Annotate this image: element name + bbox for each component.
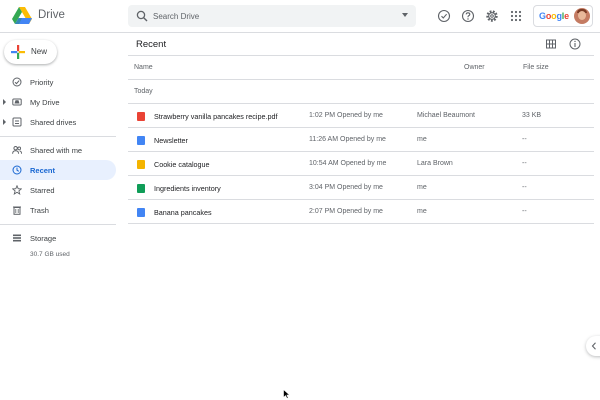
info-icon[interactable]	[569, 38, 581, 50]
column-header-name[interactable]: Name	[134, 64, 153, 71]
expand-caret-icon[interactable]	[3, 99, 6, 105]
avatar[interactable]	[574, 8, 590, 24]
sidebar-item-priority[interactable]: Priority	[0, 72, 116, 92]
star-icon	[12, 185, 22, 195]
column-header-divider	[128, 79, 594, 80]
page-title: Recent	[136, 39, 167, 50]
shared-drives-icon	[12, 117, 22, 127]
sidebar-item-shared-drives[interactable]: Shared drives	[0, 112, 116, 132]
trash-icon	[13, 206, 21, 215]
help-icon[interactable]	[461, 9, 475, 23]
grid-view-icon[interactable]	[545, 38, 557, 50]
storage-icon	[13, 234, 21, 242]
table-row[interactable]: Newsletter 11:26 AM Opened by me me --	[128, 128, 594, 152]
drive-logo-icon[interactable]	[12, 7, 32, 25]
file-owner: me	[417, 136, 427, 143]
table-row[interactable]: Banana pancakes 2:07 PM Opened by me me …	[128, 200, 594, 224]
plus-icon	[11, 45, 25, 59]
file-name: Banana pancakes	[154, 208, 212, 217]
offline-icon[interactable]	[437, 9, 451, 23]
mouse-cursor-icon	[283, 389, 291, 399]
row-divider	[128, 223, 594, 224]
sidebar-item-my-drive[interactable]: My Drive	[0, 92, 116, 112]
google-wordmark: Google	[539, 11, 569, 21]
sidebar-divider	[0, 224, 116, 225]
table-row[interactable]: Cookie catalogue 10:54 AM Opened by me L…	[128, 152, 594, 176]
storage-used-text: 30.7 GB used	[30, 251, 70, 258]
sidebar-item-label: Shared with me	[30, 146, 83, 155]
search-icon[interactable]	[136, 10, 148, 22]
sidebar-item-label: Priority	[30, 78, 54, 87]
table-row[interactable]: Strawberry vanilla pancakes recipe.pdf 1…	[128, 104, 594, 128]
file-name: Strawberry vanilla pancakes recipe.pdf	[154, 112, 278, 121]
file-name: Ingredients inventory	[154, 184, 221, 193]
search-bar[interactable]	[128, 5, 416, 27]
column-header-owner[interactable]: Owner	[464, 64, 485, 71]
file-last-opened: 1:02 PM Opened by me	[309, 112, 383, 119]
sidebar-item-storage[interactable]: Storage	[0, 228, 116, 248]
sidebar-item-label: Shared drives	[30, 118, 77, 127]
sidebar-item-label: Storage	[30, 234, 57, 243]
table-row[interactable]: Ingredients inventory 3:04 PM Opened by …	[128, 176, 594, 200]
sidebar-divider	[0, 136, 116, 137]
search-options-dropdown-icon[interactable]	[402, 13, 408, 17]
file-size: 33 KB	[522, 112, 542, 119]
settings-icon[interactable]	[485, 9, 499, 23]
new-button-label: New	[31, 47, 48, 56]
file-last-opened: 11:26 AM Opened by me	[309, 136, 386, 143]
side-panel-toggle[interactable]	[586, 336, 600, 356]
app-name[interactable]: Drive	[38, 9, 65, 21]
sidebar-item-label: My Drive	[30, 98, 60, 107]
sidebar-item-trash[interactable]: Trash	[0, 200, 116, 220]
sheets-file-icon	[137, 184, 145, 193]
file-name: Newsletter	[154, 136, 188, 145]
sidebar-item-recent[interactable]: Recent	[0, 160, 116, 180]
docs-file-icon	[137, 208, 145, 217]
top-bar: Drive Google	[0, 0, 600, 33]
file-owner: Lara Brown	[417, 160, 453, 167]
sidebar-item-label: Recent	[30, 166, 56, 175]
slides-file-icon	[137, 160, 145, 169]
shared-with-me-icon	[12, 146, 22, 154]
sidebar-item-shared-with-me[interactable]: Shared with me	[0, 140, 116, 160]
file-owner: Michael Beaumont	[417, 112, 475, 119]
my-drive-icon	[12, 98, 22, 106]
file-size: --	[522, 160, 527, 167]
docs-file-icon	[137, 136, 145, 145]
column-header-file-size[interactable]: File size	[523, 64, 549, 71]
clock-icon	[12, 165, 22, 175]
account-switcher[interactable]: Google	[533, 5, 593, 27]
chevron-left-icon	[591, 342, 596, 350]
apps-grid-icon[interactable]	[509, 9, 523, 23]
sidebar-item-label: Trash	[30, 206, 49, 215]
file-name: Cookie catalogue	[154, 160, 210, 169]
sidebar-item-label: Starred	[30, 186, 55, 195]
section-heading-today: Today	[134, 88, 153, 95]
file-last-opened: 2:07 PM Opened by me	[309, 208, 383, 215]
sidebar-item-starred[interactable]: Starred	[0, 180, 116, 200]
new-button[interactable]: New	[4, 40, 57, 64]
file-size: --	[522, 184, 527, 191]
header-divider	[128, 55, 594, 56]
file-size: --	[522, 136, 527, 143]
file-owner: me	[417, 208, 427, 215]
file-last-opened: 10:54 AM Opened by me	[309, 160, 387, 167]
pdf-file-icon	[137, 112, 145, 121]
file-last-opened: 3:04 PM Opened by me	[309, 184, 383, 191]
file-owner: me	[417, 184, 427, 191]
expand-caret-icon[interactable]	[3, 119, 6, 125]
file-size: --	[522, 208, 527, 215]
priority-icon	[12, 77, 22, 87]
search-input[interactable]	[153, 8, 383, 24]
